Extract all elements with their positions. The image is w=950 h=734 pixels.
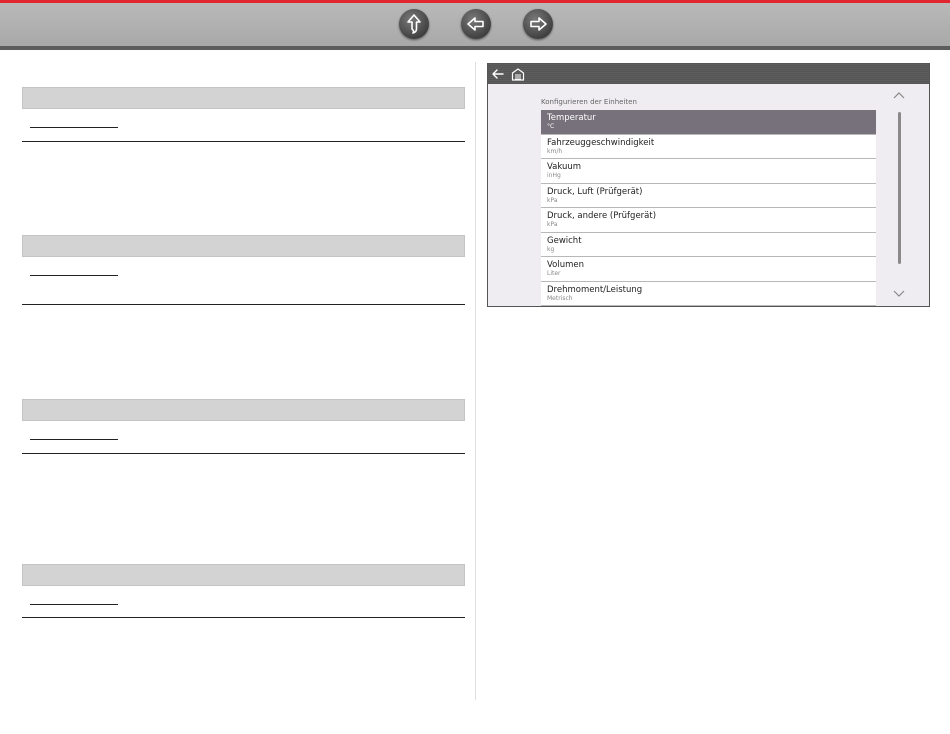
scroll-up-chevron-icon[interactable] [892, 90, 906, 100]
section-header-band [22, 564, 465, 586]
list-item-vacuum[interactable]: Vakuum inHg [541, 159, 876, 184]
item-name: Druck, Luft (Prüfgerät) [547, 186, 643, 197]
manual-section [22, 235, 465, 305]
up-arrow-icon [407, 14, 421, 34]
item-unit: kg [547, 245, 555, 253]
item-unit: inHg [547, 172, 561, 179]
list-item-pressure-air[interactable]: Druck, Luft (Prüfgerät) kPa [541, 183, 876, 208]
list-item-torque-power[interactable]: Drehmoment/Leistung Metrisch [541, 281, 876, 306]
section-short-rule [30, 275, 118, 276]
list-item-pressure-other[interactable]: Druck, andere (Prüfgerät) kPa [541, 208, 876, 233]
scrollbar[interactable] [898, 112, 901, 264]
manual-section [22, 87, 465, 142]
item-name: Druck, andere (Prüfgerät) [547, 211, 657, 221]
garage-home-icon [511, 68, 525, 81]
top-bar-shadow [0, 46, 950, 50]
right-arrow-icon [530, 17, 547, 31]
section-rule [22, 453, 465, 454]
manual-section [22, 564, 465, 618]
list-item-temperature[interactable]: Temperatur °C [541, 110, 876, 135]
item-unit: kPa [547, 221, 558, 228]
device-screen: Konfigurieren der Einheiten Temperatur °… [487, 63, 930, 307]
device-home-button[interactable] [508, 64, 528, 84]
section-short-rule [30, 127, 118, 128]
back-arrow-icon [492, 69, 504, 79]
section-header-band [22, 87, 465, 109]
item-unit: km/h [547, 147, 563, 155]
forward-button[interactable] [523, 9, 553, 39]
item-unit: °C [547, 123, 555, 130]
item-name: Volumen [547, 260, 585, 270]
item-name: Temperatur [547, 113, 596, 123]
manual-section [22, 399, 465, 454]
list-item-weight[interactable]: Gewicht kg [541, 232, 876, 257]
list-item-vehicle-speed[interactable]: Fahrzeuggeschwindigkeit km/h [541, 134, 876, 159]
left-arrow-icon [467, 17, 484, 31]
section-rule [22, 617, 465, 618]
units-config-title: Konfigurieren der Einheiten [541, 98, 637, 106]
section-header-band [22, 399, 465, 421]
item-name: Vakuum [547, 162, 582, 172]
item-name: Fahrzeuggeschwindigkeit [547, 137, 655, 148]
back-button[interactable] [461, 9, 491, 39]
item-name: Gewicht [547, 235, 582, 246]
section-rule [22, 141, 465, 142]
column-divider [475, 62, 476, 700]
device-header-bar [488, 64, 929, 84]
list-item-volume[interactable]: Volumen Liter [541, 257, 876, 282]
section-header-band [22, 235, 465, 257]
item-unit: kPa [547, 196, 558, 204]
item-unit: Metrisch [547, 294, 573, 302]
item-name: Drehmoment/Leistung [547, 284, 643, 295]
units-list: Temperatur °C Fahrzeuggeschwindigkeit km… [541, 110, 876, 306]
section-rule [22, 304, 465, 305]
home-up-button[interactable] [399, 9, 429, 39]
scroll-down-chevron-icon[interactable] [892, 288, 906, 298]
device-back-button[interactable] [488, 64, 508, 84]
section-short-rule [30, 604, 118, 605]
section-short-rule [30, 439, 118, 440]
item-unit: Liter [547, 270, 561, 277]
